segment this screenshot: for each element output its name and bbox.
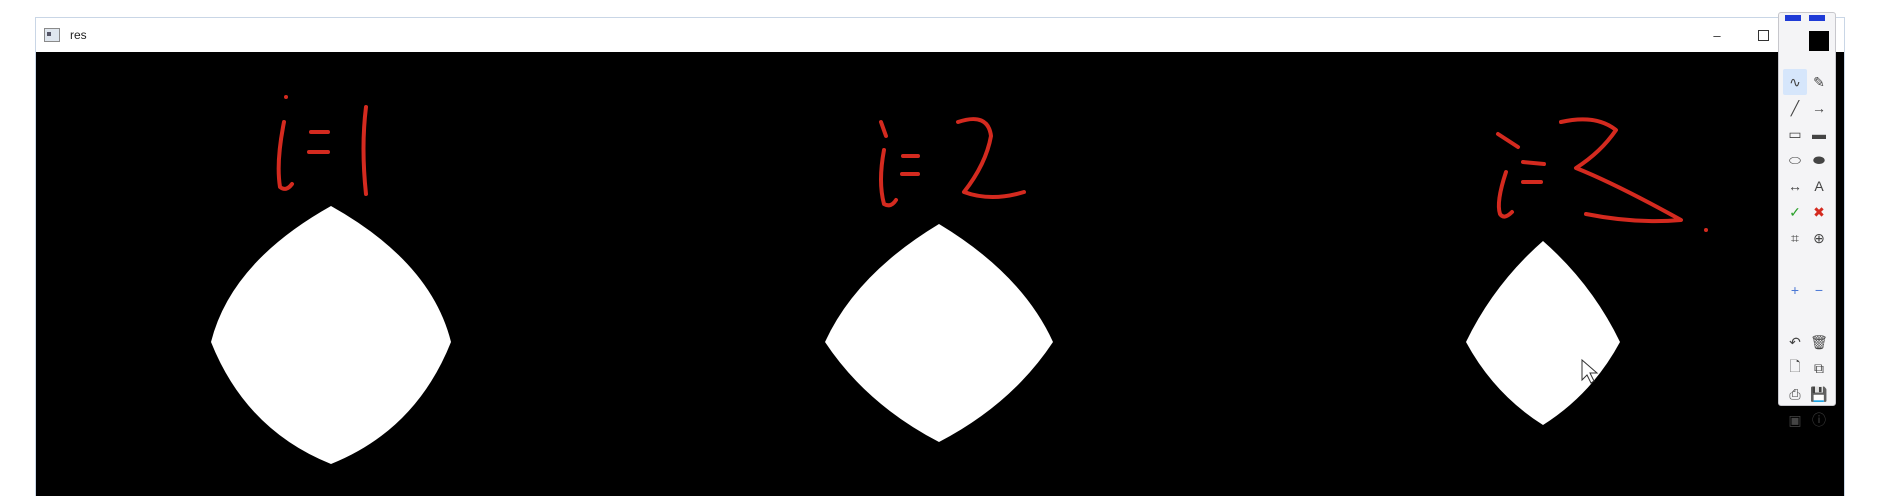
image-window: res – [36, 18, 1844, 496]
window-title: res [70, 28, 87, 42]
freehand-tool-button[interactable]: ∿ [1783, 69, 1807, 95]
annotation-i3 [1496, 117, 1708, 232]
handwritten-annotations [276, 95, 1708, 232]
filled-ellipse-tool-button[interactable]: ⬬ [1807, 147, 1831, 173]
color-swatches[interactable] [1779, 13, 1835, 63]
check-tool-button[interactable]: ✓ [1783, 199, 1807, 225]
image-canvas [36, 52, 1844, 496]
zoom-tool-button[interactable]: ⊕ [1807, 225, 1831, 251]
annotation-i1 [276, 95, 368, 196]
pen-tool-button[interactable]: ✎ [1807, 69, 1831, 95]
annotation-i2 [879, 117, 1026, 208]
screenshot-button[interactable]: ▣ [1783, 407, 1807, 433]
minimize-button[interactable]: – [1694, 18, 1740, 52]
blue-swatch[interactable] [1785, 15, 1801, 21]
ellipse-tool-button[interactable]: ⬭ [1783, 147, 1807, 173]
black-swatch[interactable] [1809, 31, 1829, 51]
canvas-drawing [211, 95, 1708, 464]
copy-button[interactable]: ⧉ [1807, 355, 1831, 381]
new-page-button[interactable]: 🗋 [1783, 355, 1807, 381]
rectangle-tool-button[interactable]: ▭ [1783, 121, 1807, 147]
filled-rectangle-tool-button[interactable]: ▬ [1807, 121, 1831, 147]
undo-button[interactable]: ↶ [1783, 329, 1807, 355]
text-tool-button[interactable]: A [1807, 173, 1831, 199]
arrow-tool-button[interactable]: → [1807, 95, 1831, 121]
info-button[interactable]: ⓘ [1807, 407, 1831, 433]
print-button[interactable]: ⎙ [1783, 381, 1807, 407]
cross-tool-button[interactable]: ✖ [1807, 199, 1831, 225]
shape-i3 [1466, 241, 1620, 425]
minus-button[interactable]: − [1807, 277, 1831, 303]
delete-button[interactable]: 🗑 [1807, 329, 1831, 355]
app-icon [44, 28, 60, 42]
save-button[interactable]: 💾 [1807, 381, 1831, 407]
double-arrow-tool-button[interactable]: ↔ [1783, 173, 1807, 199]
tool-grid: ∿ ✎ ╱ → ▭ ▬ ⬭ ⬬ ↔ A ✓ ✖ ⌗ ⊕ + − ↶ 🗑 🗋 ⧉ ⎙ 💾 ▣ ⓘ [1783, 69, 1831, 433]
annotation-toolbar: ∿ ✎ ╱ → ▭ ▬ ⬭ ⬬ ↔ A ✓ ✖ ⌗ ⊕ + − ↶ 🗑 🗋 ⧉ ⎙ 💾 ▣ ⓘ [1778, 12, 1836, 428]
shape-i1 [211, 206, 451, 464]
crop-tool-button[interactable]: ⌗ [1783, 225, 1807, 251]
plus-button[interactable]: + [1783, 277, 1807, 303]
maximize-icon [1757, 29, 1769, 41]
line-tool-button[interactable]: ╱ [1783, 95, 1807, 121]
blue-swatch-2[interactable] [1809, 15, 1825, 21]
title-bar[interactable]: res – [36, 18, 1844, 52]
shape-i2 [825, 224, 1053, 442]
